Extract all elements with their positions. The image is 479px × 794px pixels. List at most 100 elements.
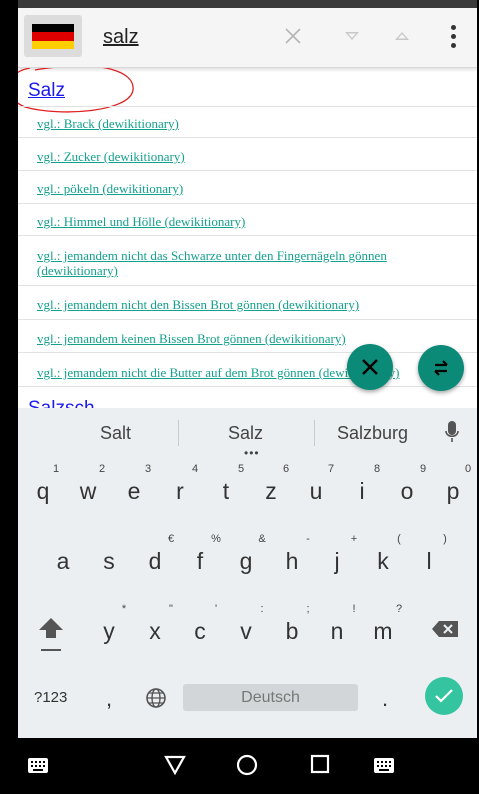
backspace-icon[interactable] <box>431 620 459 643</box>
close-fab-button[interactable] <box>347 344 393 390</box>
divider <box>178 420 179 446</box>
keyboard-icon[interactable] <box>28 758 48 778</box>
search-toolbar: salz <box>18 8 477 68</box>
key-hint: ) <box>443 533 447 545</box>
key-s[interactable]: s <box>91 548 127 575</box>
key-p[interactable]: p <box>435 478 471 505</box>
key-l[interactable]: l <box>411 548 447 575</box>
microphone-icon[interactable] <box>445 420 459 449</box>
result-link[interactable]: vgl.: jemandem nicht den Bissen Brot gön… <box>37 297 467 312</box>
key-hint: ( <box>397 533 401 545</box>
key-w[interactable]: w <box>70 478 106 505</box>
search-input[interactable]: salz <box>103 26 139 49</box>
key-hint: 9 <box>419 463 427 475</box>
globe-icon[interactable] <box>145 687 167 714</box>
space-bar[interactable]: Deutsch <box>183 684 358 711</box>
key-n[interactable]: n <box>319 618 355 645</box>
key-x[interactable]: x <box>137 618 173 645</box>
key-hint: 8 <box>373 463 381 475</box>
suggestion[interactable]: Salzburg <box>337 423 408 444</box>
key-hint: & <box>258 533 266 545</box>
key-hint: " <box>169 603 173 615</box>
key-k[interactable]: k <box>365 548 401 575</box>
shift-icon[interactable] <box>38 616 64 657</box>
triangle-up-icon[interactable] <box>388 22 416 50</box>
keyboard-icon[interactable] <box>374 758 394 778</box>
key-hint: : <box>260 603 264 615</box>
separator <box>18 285 477 286</box>
key-y[interactable]: y <box>91 618 127 645</box>
key-hint: ! <box>352 603 356 615</box>
divider <box>314 420 315 446</box>
result-link[interactable]: vgl.: Zucker (dewikitionary) <box>37 149 467 164</box>
key-hint: ? <box>395 603 403 615</box>
result-link[interactable]: vgl.: jemandem keinen Bissen Brot gönnen… <box>37 331 467 346</box>
swap-fab-button[interactable] <box>418 345 464 391</box>
key-u[interactable]: u <box>298 478 334 505</box>
key-a[interactable]: a <box>45 548 81 575</box>
symbols-key[interactable]: ?123 <box>34 689 67 706</box>
status-bar <box>18 0 477 8</box>
recents-icon[interactable] <box>310 754 330 779</box>
key-hint: 7 <box>327 463 335 475</box>
separator <box>18 170 477 171</box>
close-icon[interactable] <box>279 22 307 50</box>
entry-title[interactable]: Salz <box>28 80 65 102</box>
key-b[interactable]: b <box>274 618 310 645</box>
entry-title[interactable]: Salzsch <box>28 398 95 408</box>
key-hint: € <box>167 533 175 545</box>
key-i[interactable]: i <box>344 478 380 505</box>
key-hint: 2 <box>98 463 106 475</box>
key-c[interactable]: c <box>182 618 218 645</box>
enter-button[interactable] <box>425 677 463 715</box>
result-link[interactable]: vgl.: jemandem nicht die Butter auf dem … <box>37 365 467 380</box>
key-comma[interactable]: , <box>106 686 112 712</box>
key-hint: 4 <box>191 463 199 475</box>
result-link[interactable]: vgl.: jemandem nicht das Schwarze unter … <box>37 248 467 278</box>
key-hint: - <box>306 533 310 545</box>
key-z[interactable]: z <box>253 478 289 505</box>
key-e[interactable]: e <box>116 478 152 505</box>
key-j[interactable]: j <box>319 548 355 575</box>
result-link[interactable]: vgl.: Brack (dewikitionary) <box>37 116 467 131</box>
separator <box>18 352 477 353</box>
language-button[interactable] <box>24 15 82 57</box>
app-screen: salz Salz vgl.: Brack (dewikitionary) vg… <box>18 0 477 794</box>
suggestion-strip: Salt Salz ••• Salzburg <box>18 408 477 460</box>
key-f[interactable]: f <box>182 548 218 575</box>
key-period[interactable]: . <box>382 686 388 712</box>
key-hint: + <box>350 533 358 545</box>
key-hint: 6 <box>282 463 290 475</box>
back-icon[interactable] <box>164 754 186 781</box>
key-hint: 5 <box>237 463 245 475</box>
more-dots-icon: ••• <box>244 446 260 460</box>
suggestion[interactable]: Salz <box>228 423 263 444</box>
device-frame: salz Salz vgl.: Brack (dewikitionary) vg… <box>0 0 479 794</box>
key-t[interactable]: t <box>208 478 244 505</box>
suggestion[interactable]: Salt <box>100 423 131 444</box>
key-hint: 0 <box>464 463 472 475</box>
swap-icon <box>434 360 448 376</box>
result-link[interactable]: vgl.: Himmel und Hölle (dewikitionary) <box>37 214 467 229</box>
navigation-bar <box>18 738 477 794</box>
result-link[interactable]: vgl.: pökeln (dewikitionary) <box>37 181 467 196</box>
key-q[interactable]: q <box>25 478 61 505</box>
home-icon[interactable] <box>236 754 258 781</box>
separator <box>18 386 477 387</box>
results-list: Salz vgl.: Brack (dewikitionary) vgl.: Z… <box>18 68 477 408</box>
triangle-down-icon[interactable] <box>338 22 366 50</box>
key-hint: * <box>121 603 127 615</box>
key-r[interactable]: r <box>162 478 198 505</box>
key-o[interactable]: o <box>389 478 425 505</box>
key-hint: 1 <box>52 463 60 475</box>
more-vert-icon[interactable] <box>439 22 467 50</box>
key-m[interactable]: m <box>365 618 401 645</box>
separator <box>18 319 477 320</box>
key-hint: ; <box>306 603 310 615</box>
separator <box>18 106 477 107</box>
key-g[interactable]: g <box>228 548 264 575</box>
key-v[interactable]: v <box>228 618 264 645</box>
separator <box>18 235 477 236</box>
key-h[interactable]: h <box>274 548 310 575</box>
key-d[interactable]: d <box>137 548 173 575</box>
